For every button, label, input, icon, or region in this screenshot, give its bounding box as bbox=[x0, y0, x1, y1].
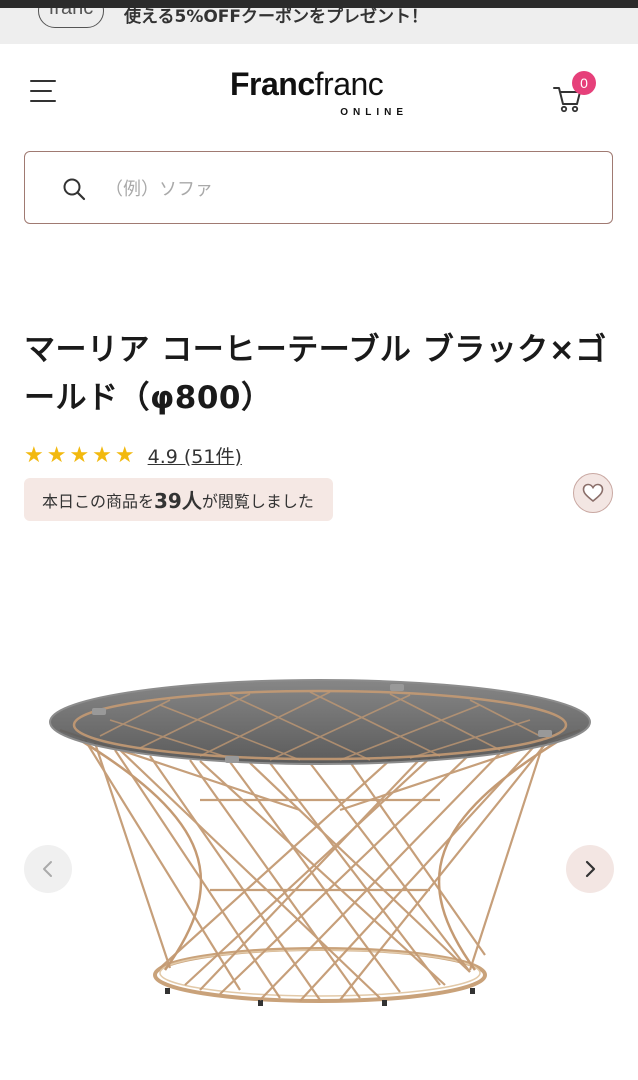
hamburger-icon bbox=[30, 80, 56, 82]
cart-button[interactable]: 0 bbox=[552, 71, 600, 116]
brand-sub: ONLINE bbox=[340, 107, 408, 118]
search-input[interactable] bbox=[103, 170, 587, 208]
product-rating: ★★★★★ 4.9 (51件) bbox=[24, 440, 242, 470]
promo-text: 使える5%OFFクーポンをプレゼント！ bbox=[124, 8, 429, 27]
views-suffix: が閲覧しました bbox=[201, 491, 314, 511]
gallery-prev-button[interactable] bbox=[24, 845, 72, 893]
product-image bbox=[49, 679, 591, 1006]
rating-reviews-link[interactable]: 4.9 (51件) bbox=[148, 442, 242, 469]
search-box[interactable] bbox=[24, 151, 613, 224]
product-title: マーリア コーヒーテーブル ブラック×ゴールド（φ800） bbox=[24, 332, 607, 416]
menu-button[interactable] bbox=[30, 80, 60, 108]
chevron-right-icon bbox=[585, 860, 596, 878]
cart-count-badge: 0 bbox=[572, 71, 596, 95]
site-header: Francfranc ONLINE 0 bbox=[0, 44, 638, 144]
views-badge: 本日この商品を 39人 が閲覧しました bbox=[24, 478, 333, 521]
gallery-next-button[interactable] bbox=[566, 845, 614, 893]
views-count: 39人 bbox=[154, 489, 202, 513]
chevron-left-icon bbox=[43, 861, 52, 877]
hamburger-line bbox=[30, 90, 52, 92]
search-icon bbox=[63, 178, 86, 201]
rating-stars: ★★★★★ bbox=[24, 442, 138, 468]
promo-banner[interactable]: franc 使える5%OFFクーポンをプレゼント！ bbox=[0, 8, 638, 44]
brand-name: Francfranc bbox=[230, 66, 384, 102]
product-gallery[interactable] bbox=[0, 560, 638, 1080]
status-strip bbox=[0, 0, 638, 8]
views-prefix: 本日この商品を bbox=[42, 491, 155, 511]
hamburger-line bbox=[30, 100, 56, 102]
heart-icon bbox=[582, 483, 604, 503]
brand-logo[interactable]: Francfranc ONLINE bbox=[230, 66, 408, 122]
favorite-button[interactable] bbox=[573, 473, 613, 513]
promo-logo: franc bbox=[38, 8, 104, 28]
